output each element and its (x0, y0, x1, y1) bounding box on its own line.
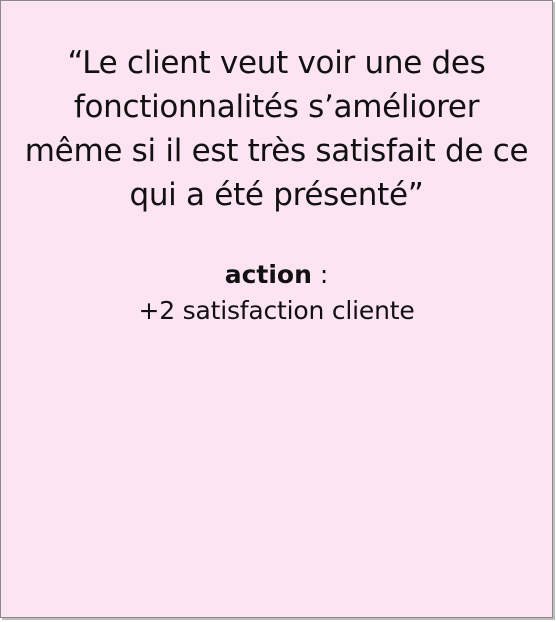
action-label: action (224, 260, 312, 289)
action-block: action : +2 satisfaction cliente (1, 257, 552, 329)
card-quote: “Le client veut voir une des fonctionnal… (24, 45, 529, 213)
action-effect: +2 satisfaction cliente (138, 296, 415, 325)
event-card: “Le client veut voir une des fonctionnal… (0, 0, 553, 618)
action-separator: : (311, 260, 329, 289)
